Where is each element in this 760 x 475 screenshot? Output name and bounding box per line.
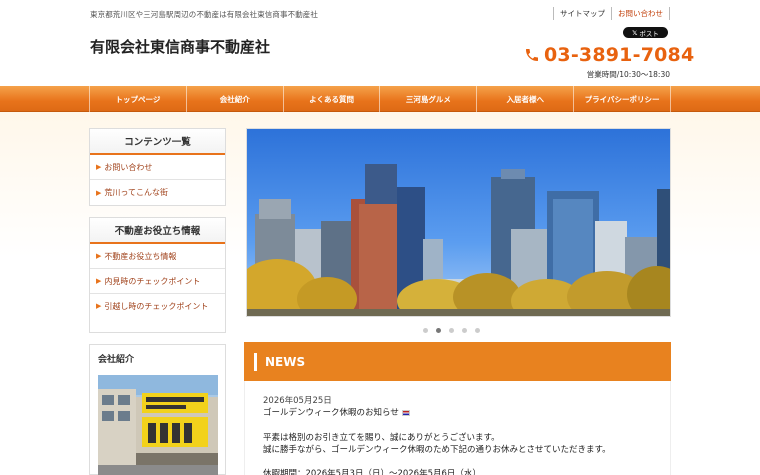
news-date: 2026年05月25日 (263, 396, 332, 406)
company-photo[interactable] (98, 375, 218, 475)
news-heading: NEWS (265, 354, 306, 369)
sidebar-item-label: 内見時のチェックポイント (104, 276, 201, 286)
sidebar-item-viewing-checkpoints[interactable]: ▶ 内見時のチェックポイント (90, 269, 225, 294)
nav-item-privacy[interactable]: プライバシーポリシー (573, 86, 671, 112)
sidebar-item-contact[interactable]: ▶ お問い合わせ (90, 155, 225, 180)
sidebar-tips-heading: 不動産お役立ち情報 (90, 218, 225, 244)
sidebar-item-realestate-tips[interactable]: ▶ 不動産お役立ち情報 (90, 244, 225, 269)
news-text-line: 休暇期間：2026年5月3日（日）～2026年5月6日（水） (263, 469, 481, 475)
phone-number[interactable]: 03-3891-7084 (544, 44, 694, 66)
nav-item-top[interactable]: トップページ (89, 86, 186, 112)
arrow-icon: ▶ (96, 277, 102, 285)
slider-dot[interactable] (423, 328, 428, 333)
sidebar-tips: 不動産お役立ち情報 ▶ 不動産お役立ち情報 ▶ 内見時のチェックポイント ▶ 引… (89, 217, 226, 333)
sidebar-company-heading: 会社紹介 (98, 355, 135, 365)
city-skyline-image (247, 129, 670, 316)
arrow-icon: ▶ (96, 302, 102, 310)
slider-dot[interactable] (475, 328, 480, 333)
sidebar-item-label: お問い合わせ (104, 162, 153, 172)
storefront-image (98, 375, 218, 475)
sidebar-item-moving-checkpoints[interactable]: ▶ 引越し時のチェックポイント (90, 294, 225, 332)
arrow-icon: ▶ (96, 163, 102, 171)
news-text-line: 誠に勝手ながら、ゴールデンウィーク休暇のため下記の通りお休みとさせていただきます… (263, 445, 611, 455)
phone-block[interactable]: 03-3891-7084 (524, 44, 694, 66)
slider-dot[interactable] (462, 328, 467, 333)
slider-dot-active[interactable] (436, 328, 441, 333)
sitemap-link[interactable]: サイトマップ (553, 7, 611, 20)
sidebar-contents-heading: コンテンツ一覧 (90, 129, 225, 155)
x-post-button[interactable]: 𝕏 ポスト (623, 27, 668, 38)
global-nav: トップページ 会社紹介 よくある質問 三河島グルメ 入居者様へ プライバシーポリ… (0, 86, 760, 112)
sidebar-contents: コンテンツ一覧 ▶ お問い合わせ ▶ 荒川ってこんな街 (89, 128, 226, 206)
flag-icon (401, 409, 410, 416)
phone-icon (526, 49, 538, 61)
news-header-bar (254, 352, 257, 371)
news-text-line: 平素は格別のお引き立てを賜り、誠にありがとうございます。 (263, 433, 500, 443)
nav-item-gourmet[interactable]: 三河島グルメ (379, 86, 476, 112)
nav-item-residents[interactable]: 入居者様へ (476, 86, 573, 112)
arrow-icon: ▶ (96, 188, 102, 197)
arrow-icon: ▶ (96, 252, 102, 260)
sidebar-item-label: 不動産お役立ち情報 (104, 251, 177, 261)
nav-item-faq[interactable]: よくある質問 (282, 86, 380, 112)
contact-link[interactable]: お問い合わせ (611, 7, 670, 20)
slider-dots (423, 328, 480, 333)
slider-dot[interactable] (449, 328, 454, 333)
top-links: サイトマップ お問い合わせ (553, 7, 670, 20)
x-logo-icon: 𝕏 (632, 28, 638, 37)
sidebar-item-label: 荒川ってこんな街 (104, 188, 168, 197)
news-subject-text: ゴールデンウィーク休暇のお知らせ (263, 408, 399, 418)
site-header: 東京都荒川区や三河島駅周辺の不動産は有限会社東信商事不動産社 有限会社東信商事不… (0, 0, 760, 86)
header-tagline: 東京都荒川区や三河島駅周辺の不動産は有限会社東信商事不動産社 (90, 10, 318, 19)
news-header: NEWS (244, 342, 671, 381)
news-body: 2026年05月25日 ゴールデンウィーク休暇のお知らせ 平素は格別のお引き立て… (244, 381, 671, 475)
sidebar-item-label: 引越し時のチェックポイント (104, 302, 209, 311)
hero-slider[interactable] (246, 128, 671, 317)
nav-item-company[interactable]: 会社紹介 (185, 86, 283, 112)
x-post-label: ポスト (639, 29, 659, 38)
sidebar-item-arakawa[interactable]: ▶ 荒川ってこんな街 (90, 180, 225, 205)
sidebar-company: 会社紹介 (89, 344, 226, 475)
news-subject[interactable]: ゴールデンウィーク休暇のお知らせ (263, 406, 410, 418)
site-title[interactable]: 有限会社東信商事不動産社 (90, 36, 270, 57)
business-hours: 営業時間/10:30〜18:30 (586, 70, 670, 79)
